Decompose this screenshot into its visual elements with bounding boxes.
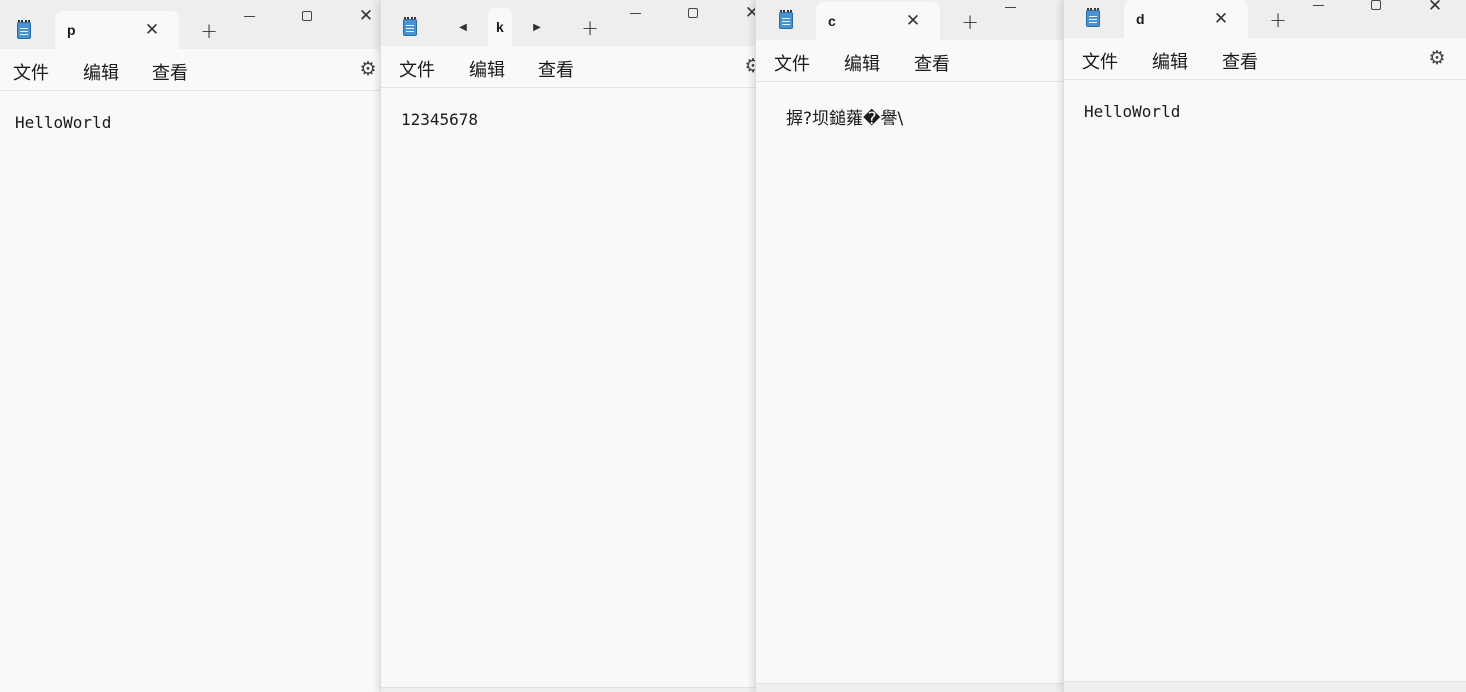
menu-file[interactable]: 文件 [1082,48,1118,74]
menu-edit[interactable]: 编辑 [469,56,505,82]
notepad-icon [16,20,32,40]
notepad-icon [402,17,418,37]
minimize-icon[interactable] [1001,0,1021,17]
close-window-icon[interactable]: ✕ [356,6,376,26]
caret-right-icon[interactable]: ▶ [530,18,544,38]
status-bar [756,683,1064,692]
menu-file[interactable]: 文件 [13,59,49,85]
gear-icon[interactable]: ⚙ [1427,48,1447,68]
title-bar[interactable]: p ✕ + ✕ [0,0,380,49]
editor-text[interactable]: HelloWorld [15,113,111,132]
notepad-window-d: d ✕ + ✕ 文件 编辑 查看 ⚙ HelloWorld [1063,0,1466,692]
editor-text[interactable]: 12345678 [401,110,478,129]
menu-bar: 文件 编辑 查看 [756,40,1064,82]
menu-view[interactable]: 查看 [1222,48,1258,74]
tab-title: c [828,13,836,29]
close-window-icon[interactable]: ✕ [1425,0,1445,16]
notepad-window-p: p ✕ + ✕ 文件 编辑 查看 ⚙ HelloWorld [0,0,380,692]
close-window-icon[interactable]: ✕ [742,3,756,23]
status-bar [1064,681,1466,692]
menu-edit[interactable]: 编辑 [844,50,880,76]
menu-bar: 文件 编辑 查看 ⚙ [381,46,756,88]
notepad-window-k: ◀ k ▶ + ✕ 文件 编辑 查看 ⚙ 12345678 [380,0,756,692]
notepad-icon [778,10,794,30]
notepad-icon [1085,8,1101,28]
notepad-window-c: c ✕ + 文件 编辑 查看 搱?坝鎚蕹�譽\ [755,0,1064,692]
menu-edit[interactable]: 编辑 [83,59,119,85]
maximize-icon[interactable] [684,4,704,24]
title-bar[interactable]: d ✕ + ✕ [1064,0,1466,38]
plus-icon[interactable]: + [197,19,221,43]
tab-p[interactable]: p ✕ [55,11,179,49]
menu-bar: 文件 编辑 查看 ⚙ [1064,38,1466,80]
menu-file[interactable]: 文件 [774,50,810,76]
tab-k[interactable]: k [488,8,512,46]
status-bar [381,687,756,692]
menu-file[interactable]: 文件 [399,56,435,82]
close-icon[interactable]: ✕ [141,19,163,41]
maximize-icon[interactable] [1367,0,1387,16]
menu-view[interactable]: 查看 [152,59,188,85]
plus-icon[interactable]: + [1266,8,1290,32]
editor-text[interactable]: HelloWorld [1084,102,1180,121]
caret-left-icon[interactable]: ◀ [456,18,470,38]
tab-c[interactable]: c ✕ [816,2,940,40]
minimize-icon[interactable] [1309,0,1329,15]
menu-edit[interactable]: 编辑 [1152,48,1188,74]
plus-icon[interactable]: + [578,16,602,40]
title-bar[interactable]: c ✕ + [756,0,1064,40]
tab-d[interactable]: d ✕ [1124,0,1248,38]
tab-title: p [67,22,76,38]
menu-view[interactable]: 查看 [914,50,950,76]
minimize-icon[interactable] [240,6,260,26]
gear-icon[interactable]: ⚙ [358,59,378,79]
tab-title: d [1136,11,1145,27]
plus-icon[interactable]: + [958,10,982,34]
editor-text[interactable]: 搱?坝鎚蕹�譽\ [786,104,903,129]
tab-title: k [496,19,504,35]
minimize-icon[interactable] [626,3,646,23]
title-bar[interactable]: ◀ k ▶ + ✕ [381,0,756,46]
menu-view[interactable]: 查看 [538,56,574,82]
menu-bar: 文件 编辑 查看 ⚙ [0,49,380,91]
close-icon[interactable]: ✕ [1210,8,1232,30]
close-icon[interactable]: ✕ [902,10,924,32]
maximize-icon[interactable] [298,7,318,27]
